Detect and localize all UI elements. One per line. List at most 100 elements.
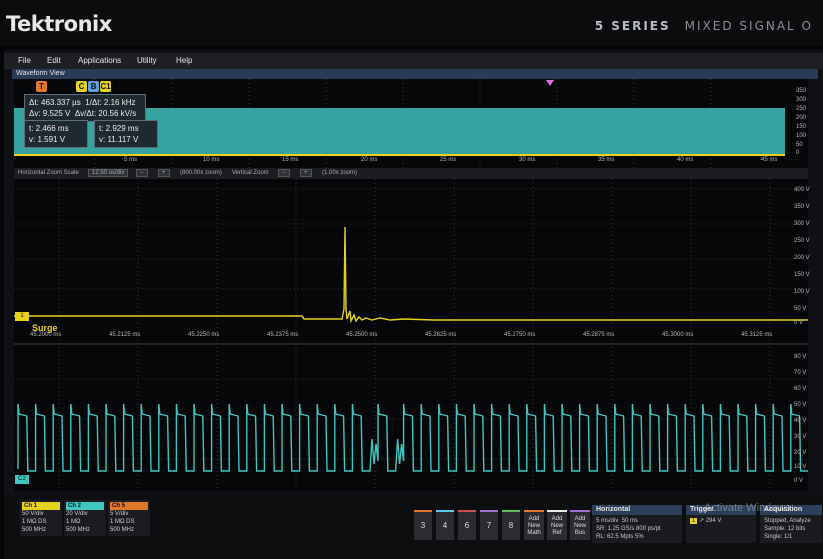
ch5-badge-title: Ch 5 [110,502,148,510]
y-label: 10 V [794,464,807,470]
vertical-zoom-in-button[interactable]: + [300,169,312,177]
delta-voltage: Δv: 9.525 V [29,109,71,118]
inverse-delta-time: 1/Δt: 2.16 kHz [85,98,136,107]
ch2-coupling: 1 MΩ [66,519,81,525]
ch2-scale: 20 V/div [66,511,88,517]
t-label: 45.2000 ms [30,332,62,338]
channel-7-button[interactable]: 7 [480,510,498,540]
trigger-position-icon [546,80,554,86]
ch2-bandwidth: 500 MHz [66,527,91,533]
horizontal-record: 50 ms [621,518,639,524]
channel-6-button[interactable]: 6 [458,510,476,540]
series-text: MIXED SIGNAL O [684,19,813,33]
channel-4-button[interactable]: 4 [436,510,454,540]
ov-scale-label: 0 [796,150,800,156]
trigger-source: 1 [690,518,698,524]
y-label: 250 V [794,238,810,244]
channel-8-button[interactable]: 8 [502,510,520,540]
overview-ch1-trace [14,154,785,156]
ov-tick: 40 ms [677,157,694,163]
t-label: 45.2750 ms [504,332,536,338]
brand-logo: Tektronix [6,12,112,36]
marker-b[interactable]: B [88,81,99,92]
horizontal-zoom-scale-field[interactable]: 12.50 us/div [88,169,129,177]
bottom-control-bar: Ch 1 50 V/div 1 MΩ DS 500 MHz Ch 2 20 V/… [4,495,823,559]
monitor-bezel: Tektronix 5 SERIES MIXED SIGNAL O [0,0,823,46]
ov-tick: 10 ms [203,157,220,163]
menu-applications[interactable]: Applications [78,56,121,65]
cursor-a-time: t: 2.466 ms [29,124,69,133]
marker-c[interactable]: C [76,81,87,92]
ch5-scale: 5 V/div [110,511,129,517]
cursor-b-voltage: v: 11.117 V [99,135,139,144]
ov-scale-label: 150 [796,124,807,130]
t-label: 45.2875 ms [583,332,615,338]
ov-scale-label: 200 [796,115,807,121]
menu-utility[interactable]: Utility [137,56,157,65]
acquisition-count: Single: 1/1 [764,534,793,540]
y-label: 20 V [794,450,807,456]
acquisition-mode: Stopped, Analyze [764,518,811,524]
add-math-l3: Math [527,530,541,536]
ov-scale-label: 350 [796,88,807,94]
t-label: 45.3125 ms [741,332,773,338]
horizontal-scale: 5 ms/div [596,518,619,524]
y-label: 150 V [794,272,810,278]
ov-tick: 45 ms [761,157,778,163]
channel-3-button[interactable]: 3 [414,510,432,540]
menu-edit[interactable]: Edit [47,56,61,65]
ov-scale-label: 250 [796,106,807,112]
y-label: 350 V [794,204,810,210]
ch2-switching-trace [17,403,808,472]
marker-c1[interactable]: C1 [100,81,111,92]
trigger-marker-icon[interactable]: T [36,81,47,92]
ch5-badge[interactable]: Ch 5 5 V/div 1 MΩ DS 500 MHz [108,500,150,536]
y-label: 50 V [794,402,807,408]
menu-help[interactable]: Help [176,56,192,65]
horizontal-zoom-label: Horizontal Zoom Scale [18,170,79,176]
t-label: 45.2250 ms [188,332,220,338]
trigger-slope-icon: ↗ [699,518,705,524]
add-new-ref-button[interactable]: Add New Ref [547,510,567,540]
add-ref-l3: Ref [552,530,562,536]
delta-time: Δt: 463.337 µs [29,98,81,107]
horizontal-zoom-in-button[interactable]: + [158,169,170,177]
time-per-point: 800 ps/pt [636,526,661,532]
scope-screen: File Edit Applications Utility Help Wave… [4,50,823,559]
ch1-scale: 50 V/div [22,511,44,517]
t-label: 45.2500 ms [346,332,378,338]
ch1-badge[interactable]: Ch 1 50 V/div 1 MΩ DS 500 MHz [20,500,62,536]
delta-slope: Δv/Δt: 20.56 kV/s [74,109,137,118]
y-label: 60 V [794,386,807,392]
add-bus-l2: New [573,523,586,529]
trigger-level: 294 V [705,518,722,524]
horizontal-title: Horizontal [592,505,682,515]
add-new-bus-button[interactable]: Add New Bus [570,510,590,540]
y-label: 300 V [794,221,810,227]
ov-tick: 35 ms [598,157,615,163]
add-new-math-button[interactable]: Add New Math [524,510,544,540]
vertical-zoom-factor: (1.00x zoom) [322,170,358,176]
add-math-l2: New [527,523,540,529]
horizontal-position: 5% [635,534,644,540]
t-label: 45.2375 ms [267,332,299,338]
horizontal-zoom-factor: (800.00x zoom) [180,170,222,176]
y-label: 200 V [794,255,810,261]
zoom-control-bar: Horizontal Zoom Scale 12.50 us/div − + (… [14,168,808,179]
add-math-l1: Add [528,516,540,522]
vertical-zoom-out-button[interactable]: − [278,169,290,177]
t-label: 45.2625 ms [425,332,457,338]
activate-windows-watermark: Activate Windows [704,502,791,514]
y-label: 50 V [794,306,807,312]
ch1-ground-marker[interactable]: 1 [15,312,29,321]
horizontal-panel[interactable]: Horizontal 5 ms/div 50 ms SR: 1.25 GS/s … [592,505,682,543]
cursor-b-readout: t: 2.929 ms v: 11.117 V [94,120,158,148]
menu-file[interactable]: File [18,56,31,65]
waveform-view-title: Waveform View [12,69,818,79]
horizontal-zoom-out-button[interactable]: − [136,169,148,177]
ch2-ground-marker[interactable]: C2 [15,475,29,484]
sample-rate: SR: 1.25 GS/s [596,526,635,532]
vertical-zoom-label: Vertical Zoom [232,170,269,176]
record-length: RL: 62.5 Mpts [596,534,634,540]
ch2-badge[interactable]: Ch 2 20 V/div 1 MΩ 500 MHz [64,500,106,536]
